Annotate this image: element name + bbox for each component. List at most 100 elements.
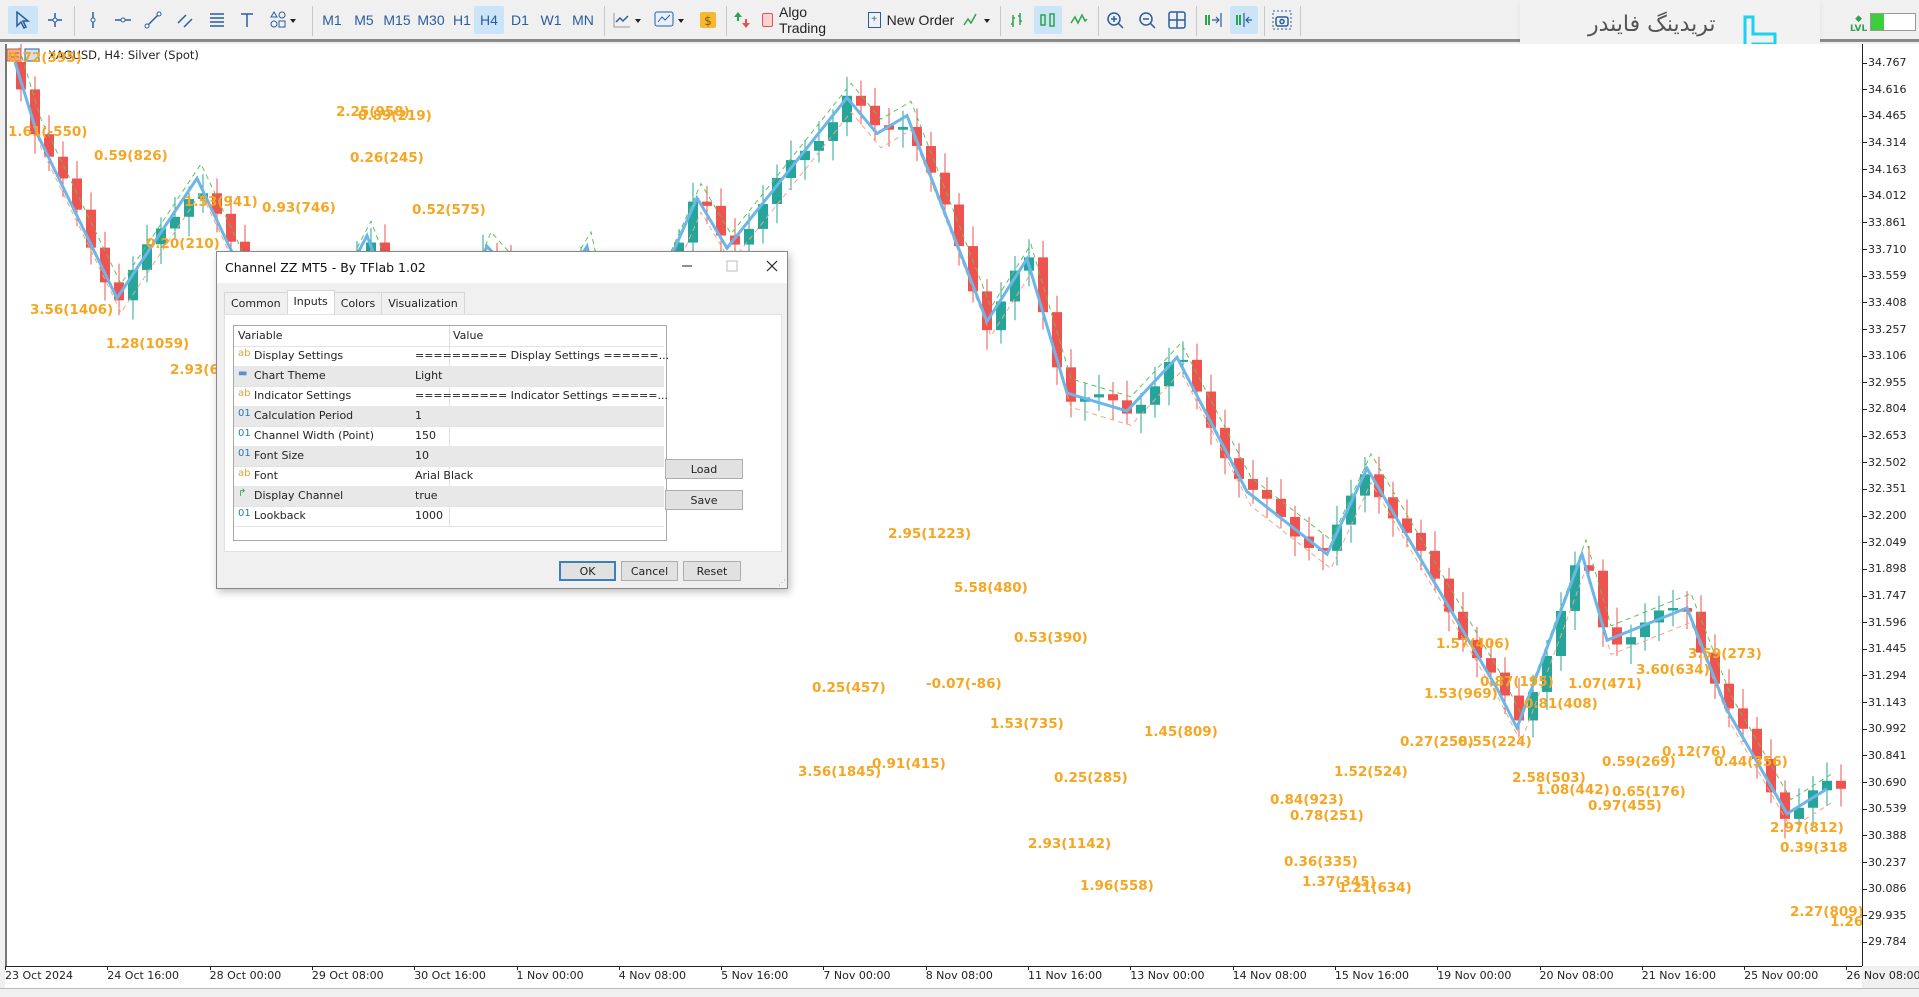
price-tick: 32.955 [1863, 376, 1907, 389]
time-axis[interactable]: 23 Oct 2024 24 Oct 16:00 28 Oct 00:00 29 Oc… [5, 966, 1919, 989]
chart-shift-button[interactable] [1230, 6, 1258, 34]
timeframe-mn[interactable]: MN [568, 6, 598, 34]
text-tool-button[interactable] [234, 6, 260, 34]
zigzag-label: 0.91(415) [872, 756, 946, 772]
minimize-button[interactable] [672, 256, 702, 278]
signals-dropdown[interactable] [960, 6, 996, 34]
algo-trading-button[interactable]: Algo Trading [762, 4, 850, 36]
price-tick: 33.710 [1863, 243, 1907, 256]
channel-button[interactable] [172, 6, 198, 34]
candle-body [1136, 404, 1146, 414]
zigzag-label: 1.08(442) [1536, 782, 1610, 798]
input-row[interactable]: ab Display Settings ========== Display Set… [234, 346, 669, 367]
timeframe-m15[interactable]: M15 [380, 6, 414, 34]
maximize-button[interactable] [717, 256, 747, 278]
horizontal-line-button[interactable] [110, 6, 136, 34]
input-row[interactable]: ab Font Arial Black [234, 466, 664, 487]
input-row[interactable]: 01 Calculation Period 1 [234, 406, 664, 427]
price-tick: 32.502 [1863, 456, 1907, 469]
input-value[interactable]: ========== Indicator Settings =====... [415, 389, 668, 402]
ok-button[interactable]: OK [559, 561, 616, 581]
close-button[interactable] [757, 256, 787, 278]
price-axis[interactable]: 34.767 34.616 34.465 34.314 34.163 34.012 33.8… [1862, 44, 1919, 966]
resize-grip-icon[interactable]: ⋰ [778, 578, 786, 587]
candle-body [1094, 394, 1104, 398]
input-row[interactable]: ▬ Chart Theme Light [234, 366, 664, 387]
input-variable: Font [254, 469, 278, 482]
zoom-in-icon [1106, 11, 1124, 29]
price-tick: 31.898 [1863, 562, 1907, 575]
candlestick-chart-button[interactable] [1034, 6, 1062, 34]
input-row[interactable]: 01 Font Size 10 [234, 446, 664, 467]
price-tick: 31.747 [1863, 589, 1907, 602]
chart-shift-icon [1234, 11, 1254, 29]
vertical-line-button[interactable] [80, 6, 106, 34]
price-tick: 34.163 [1863, 163, 1907, 176]
tab-inputs[interactable]: Inputs [286, 290, 335, 315]
time-tick: 5 Nov 16:00 [721, 966, 789, 982]
zoom-in-button[interactable] [1102, 6, 1128, 34]
line-chart-button[interactable] [1066, 6, 1092, 34]
bar-chart-button[interactable] [1004, 6, 1030, 34]
input-value[interactable]: Arial Black [415, 469, 473, 482]
screenshot-button[interactable] [1268, 6, 1296, 34]
bar-chart-icon [1008, 11, 1026, 29]
input-variable: Indicator Settings [254, 389, 352, 402]
crosshair-button[interactable] [42, 6, 68, 34]
input-row[interactable]: ↱ Display Channel true [234, 486, 664, 507]
input-value[interactable]: 10 [415, 449, 429, 462]
candle-body [1416, 532, 1426, 551]
cancel-button[interactable]: Cancel [621, 561, 678, 581]
dialog-titlebar[interactable]: Channel ZZ MT5 - By TFlab 1.02 [217, 252, 787, 283]
time-tick: 8 Nov 08:00 [925, 966, 993, 982]
zigzag-label: 0.84(923) [1270, 792, 1344, 808]
dialog-title: Channel ZZ MT5 - By TFlab 1.02 [225, 260, 426, 275]
zoom-out-button[interactable] [1134, 6, 1160, 34]
timeframe-h1[interactable]: H1 [448, 6, 476, 34]
auto-scroll-button[interactable] [1200, 6, 1226, 34]
zigzag-label: 1.61(-550) [8, 124, 88, 140]
shapes-icon [269, 11, 299, 29]
input-value[interactable]: 150 [415, 429, 436, 442]
time-tick: 19 Nov 00:00 [1437, 966, 1512, 982]
timeframe-h4[interactable]: H4 [474, 6, 504, 34]
price-tick: 30.992 [1863, 722, 1907, 735]
reset-button[interactable]: Reset [683, 561, 741, 581]
chart-type-dropdown[interactable] [610, 6, 646, 34]
cursor-tool-button[interactable] [8, 6, 38, 34]
candle-body [1430, 550, 1440, 579]
input-value[interactable]: true [415, 489, 438, 502]
timeframe-w1[interactable]: W1 [536, 6, 566, 34]
input-value[interactable]: ========== Display Settings ======... [415, 349, 669, 362]
input-value[interactable]: Light [415, 369, 442, 382]
input-row[interactable]: 01 Lookback 1000 [234, 506, 664, 527]
fibonacci-button[interactable] [204, 6, 230, 34]
level-progress-bar [1870, 13, 1916, 31]
market-button[interactable]: $ [696, 6, 720, 34]
tab-colors[interactable]: Colors [333, 292, 383, 315]
timeframe-m5[interactable]: M5 [350, 6, 378, 34]
input-value[interactable]: 1 [415, 409, 422, 422]
input-row[interactable]: 01 Channel Width (Point) 150 [234, 426, 664, 447]
indicators-dropdown[interactable] [652, 6, 690, 34]
input-value[interactable]: 1000 [415, 509, 443, 522]
one-click-trading-button[interactable] [730, 6, 754, 34]
trendline-button[interactable] [140, 6, 166, 34]
tab-common[interactable]: Common [224, 292, 288, 315]
tile-windows-button[interactable] [1164, 6, 1190, 34]
tab-visualization[interactable]: Visualization [381, 292, 465, 315]
timeframe-m1[interactable]: M1 [318, 6, 346, 34]
time-tick: 28 Oct 00:00 [209, 966, 282, 982]
new-order-button[interactable]: + New Order [866, 6, 956, 34]
shapes-dropdown[interactable] [266, 6, 302, 34]
zigzag-label: 0.93(746) [262, 200, 336, 216]
input-variable: Lookback [254, 509, 306, 522]
timeframe-m30[interactable]: M30 [414, 6, 448, 34]
save-button[interactable]: Save [665, 490, 743, 510]
input-variable: Display Channel [254, 489, 344, 502]
timeframe-d1[interactable]: D1 [506, 6, 534, 34]
load-button[interactable]: Load [665, 459, 743, 479]
input-row[interactable]: ab Indicator Settings ========== Indicator… [234, 386, 668, 407]
time-tick: 20 Nov 08:00 [1539, 966, 1614, 982]
input-variable: Calculation Period [254, 409, 354, 422]
